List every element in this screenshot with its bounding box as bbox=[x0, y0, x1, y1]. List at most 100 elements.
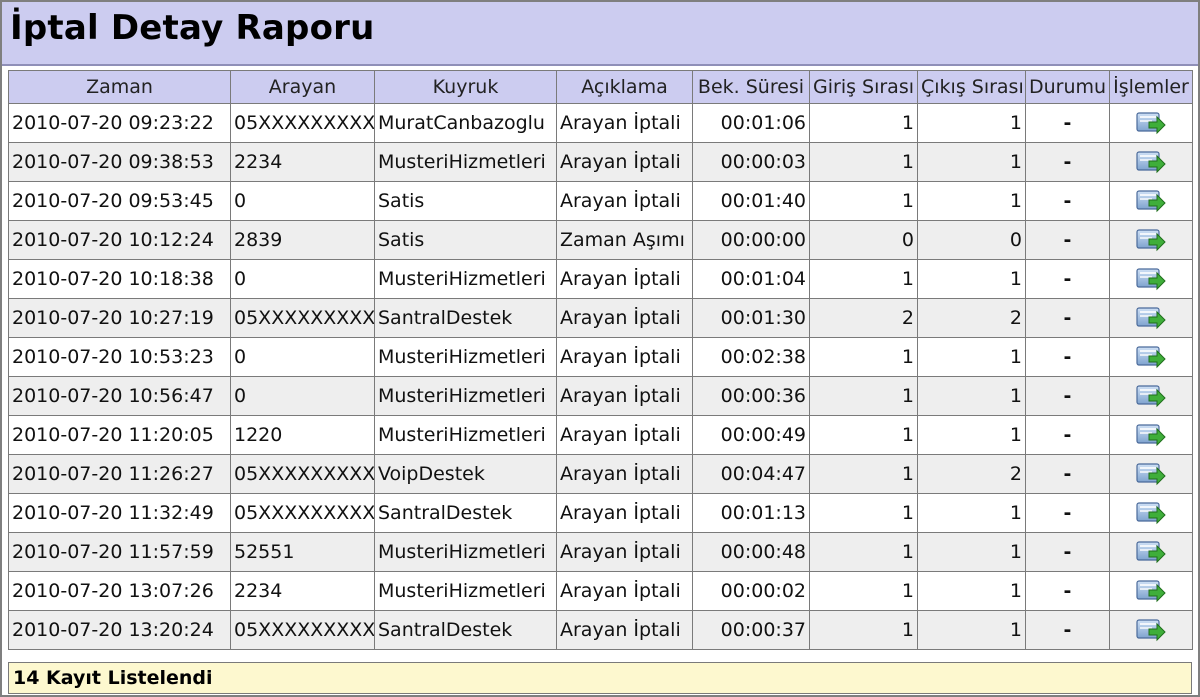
export-arrow-icon[interactable] bbox=[1135, 500, 1167, 526]
cell-aciklama: Arayan İptali bbox=[556, 571, 693, 611]
cell-bekleme-suresi: 00:00:36 bbox=[692, 376, 810, 416]
cell-kuyruk: VoipDestek bbox=[374, 454, 557, 494]
cell-durumu: - bbox=[1025, 298, 1110, 338]
column-header-cikis-sirasi[interactable]: Çıkış Sırası bbox=[917, 70, 1026, 104]
cell-durumu: - bbox=[1025, 493, 1110, 533]
cell-cikis-sirasi: 1 bbox=[917, 181, 1026, 221]
cell-durumu: - bbox=[1025, 103, 1110, 143]
cell-arayan: 2234 bbox=[230, 571, 375, 611]
column-header-bekleme-suresi[interactable]: Bek. Süresi bbox=[692, 70, 810, 104]
cell-zaman: 2010-07-20 13:20:24 bbox=[8, 610, 231, 650]
export-arrow-icon[interactable] bbox=[1135, 149, 1167, 175]
cell-aciklama: Arayan İptali bbox=[556, 532, 693, 572]
cell-durumu: - bbox=[1025, 337, 1110, 377]
export-arrow-icon[interactable] bbox=[1135, 110, 1167, 136]
cell-zaman: 2010-07-20 10:56:47 bbox=[8, 376, 231, 416]
cell-islemler bbox=[1109, 376, 1193, 416]
export-arrow-icon[interactable] bbox=[1135, 227, 1167, 253]
cell-zaman: 2010-07-20 09:53:45 bbox=[8, 181, 231, 221]
table-row: 2010-07-20 10:12:24 2839 Satis Zaman Aşımı 0… bbox=[8, 220, 1193, 260]
cell-durumu: - bbox=[1025, 610, 1110, 650]
cell-giris-sirasi: 1 bbox=[809, 571, 918, 611]
cell-islemler bbox=[1109, 532, 1193, 572]
cell-bekleme-suresi: 00:00:37 bbox=[692, 610, 810, 650]
export-arrow-icon[interactable] bbox=[1135, 383, 1167, 409]
column-header-kuyruk[interactable]: Kuyruk bbox=[374, 70, 557, 104]
cell-bekleme-suresi: 00:00:02 bbox=[692, 571, 810, 611]
cell-arayan: 2234 bbox=[230, 142, 375, 182]
export-arrow-icon[interactable] bbox=[1135, 305, 1167, 331]
cell-cikis-sirasi: 1 bbox=[917, 532, 1026, 572]
table-row: 2010-07-20 09:23:22 05XXXXXXXXX MuratCanba… bbox=[8, 103, 1193, 143]
table-row: 2010-07-20 11:26:27 05XXXXXXXXX VoipDestek… bbox=[8, 454, 1193, 494]
export-arrow-icon[interactable] bbox=[1135, 617, 1167, 643]
table-row: 2010-07-20 10:56:47 0 MusteriHizmetleri Ara… bbox=[8, 376, 1193, 416]
export-arrow-icon[interactable] bbox=[1135, 188, 1167, 214]
cell-giris-sirasi: 2 bbox=[809, 298, 918, 338]
table-row: 2010-07-20 13:20:24 05XXXXXXXXX SantralDes… bbox=[8, 610, 1193, 650]
footer-bar: 14 Kayıt Listelendi bbox=[8, 662, 1192, 694]
column-header-giris-sirasi[interactable]: Giriş Sırası bbox=[809, 70, 918, 104]
column-header-durumu[interactable]: Durumu bbox=[1025, 70, 1110, 104]
cell-giris-sirasi: 1 bbox=[809, 454, 918, 494]
column-header-aciklama[interactable]: Açıklama bbox=[556, 70, 693, 104]
cell-durumu: - bbox=[1025, 532, 1110, 572]
cell-cikis-sirasi: 1 bbox=[917, 571, 1026, 611]
column-header-arayan[interactable]: Arayan bbox=[230, 70, 375, 104]
cell-zaman: 2010-07-20 10:27:19 bbox=[8, 298, 231, 338]
cell-cikis-sirasi: 1 bbox=[917, 493, 1026, 533]
export-arrow-icon[interactable] bbox=[1135, 539, 1167, 565]
cell-durumu: - bbox=[1025, 220, 1110, 260]
export-arrow-icon[interactable] bbox=[1135, 578, 1167, 604]
export-arrow-icon[interactable] bbox=[1135, 422, 1167, 448]
cell-giris-sirasi: 1 bbox=[809, 337, 918, 377]
cell-arayan: 0 bbox=[230, 259, 375, 299]
cell-islemler bbox=[1109, 493, 1193, 533]
cell-giris-sirasi: 1 bbox=[809, 532, 918, 572]
cell-arayan: 05XXXXXXXXX bbox=[230, 298, 375, 338]
cell-bekleme-suresi: 00:00:49 bbox=[692, 415, 810, 455]
cell-islemler bbox=[1109, 337, 1193, 377]
export-arrow-icon[interactable] bbox=[1135, 344, 1167, 370]
cell-aciklama: Arayan İptali bbox=[556, 181, 693, 221]
cell-aciklama: Arayan İptali bbox=[556, 415, 693, 455]
cell-kuyruk: MuratCanbazoglu bbox=[374, 103, 557, 143]
export-arrow-icon[interactable] bbox=[1135, 266, 1167, 292]
cell-arayan: 0 bbox=[230, 337, 375, 377]
cell-aciklama: Arayan İptali bbox=[556, 259, 693, 299]
cell-giris-sirasi: 1 bbox=[809, 103, 918, 143]
cell-giris-sirasi: 1 bbox=[809, 181, 918, 221]
cell-cikis-sirasi: 2 bbox=[917, 298, 1026, 338]
cell-cikis-sirasi: 1 bbox=[917, 337, 1026, 377]
cell-arayan: 2839 bbox=[230, 220, 375, 260]
cell-cikis-sirasi: 1 bbox=[917, 259, 1026, 299]
table-row: 2010-07-20 11:32:49 05XXXXXXXXX SantralDes… bbox=[8, 493, 1193, 533]
export-arrow-icon[interactable] bbox=[1135, 461, 1167, 487]
cell-arayan: 1220 bbox=[230, 415, 375, 455]
cell-arayan: 52551 bbox=[230, 532, 375, 572]
table-row: 2010-07-20 10:53:23 0 MusteriHizmetleri Ara… bbox=[8, 337, 1193, 377]
cell-bekleme-suresi: 00:01:06 bbox=[692, 103, 810, 143]
cell-arayan: 05XXXXXXXXX bbox=[230, 493, 375, 533]
cell-kuyruk: MusteriHizmetleri bbox=[374, 337, 557, 377]
cell-islemler bbox=[1109, 220, 1193, 260]
cell-zaman: 2010-07-20 10:18:38 bbox=[8, 259, 231, 299]
cell-arayan: 05XXXXXXXXX bbox=[230, 454, 375, 494]
cell-giris-sirasi: 1 bbox=[809, 415, 918, 455]
cell-cikis-sirasi: 1 bbox=[917, 103, 1026, 143]
cell-durumu: - bbox=[1025, 454, 1110, 494]
cell-aciklama: Arayan İptali bbox=[556, 142, 693, 182]
cell-cikis-sirasi: 2 bbox=[917, 454, 1026, 494]
column-header-zaman[interactable]: Zaman bbox=[8, 70, 231, 104]
cell-bekleme-suresi: 00:00:03 bbox=[692, 142, 810, 182]
table-row: 2010-07-20 11:57:59 52551 MusteriHizmetler… bbox=[8, 532, 1193, 572]
cell-durumu: - bbox=[1025, 571, 1110, 611]
cell-cikis-sirasi: 1 bbox=[917, 415, 1026, 455]
cell-kuyruk: SantralDestek bbox=[374, 610, 557, 650]
cell-zaman: 2010-07-20 10:53:23 bbox=[8, 337, 231, 377]
cell-kuyruk: MusteriHizmetleri bbox=[374, 415, 557, 455]
cell-bekleme-suresi: 00:00:00 bbox=[692, 220, 810, 260]
cell-kuyruk: MusteriHizmetleri bbox=[374, 532, 557, 572]
cell-arayan: 0 bbox=[230, 181, 375, 221]
cell-cikis-sirasi: 1 bbox=[917, 376, 1026, 416]
